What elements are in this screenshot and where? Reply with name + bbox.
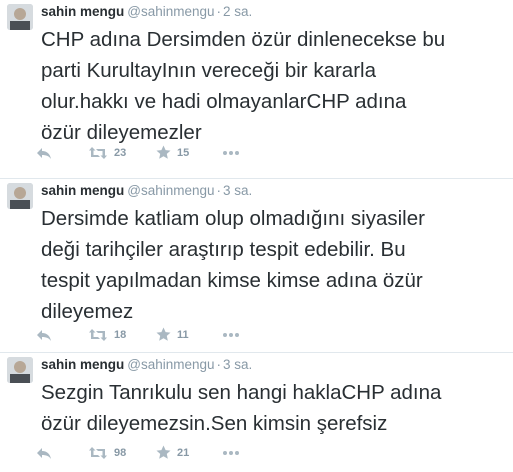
- tweet-header: sahin mengu @sahinmengu · 3 sa.: [41, 183, 252, 198]
- author-name[interactable]: sahin mengu: [41, 183, 124, 198]
- separator: ·: [216, 183, 222, 198]
- author-handle[interactable]: @sahinmengu: [127, 183, 214, 198]
- reply-icon: [37, 147, 51, 159]
- avatar[interactable]: [7, 357, 33, 383]
- tweet[interactable]: sahin mengu @sahinmengu · 3 sa. Dersimde ka…: [0, 178, 513, 353]
- tweet-text: Dersimde katliam olup olmadığını siyasil…: [41, 207, 425, 323]
- tweet-text: Sezgin Tanrıkulu sen hangi haklaCHP adın…: [41, 381, 442, 435]
- tweet-header: sahin mengu @sahinmengu · 2 sa.: [41, 4, 252, 19]
- avatar[interactable]: [7, 183, 33, 209]
- retweet-button[interactable]: 23: [88, 146, 156, 160]
- more-icon: [223, 332, 239, 337]
- tweet-header: sahin mengu @sahinmengu · 3 sa.: [41, 357, 252, 372]
- separator: ·: [216, 357, 222, 372]
- tweet[interactable]: sahin mengu @sahinmengu · 2 sa. CHP adına D…: [0, 0, 513, 178]
- reply-button[interactable]: [36, 446, 88, 460]
- avatar[interactable]: [7, 4, 33, 30]
- reply-button[interactable]: [36, 146, 88, 160]
- favorite-count: 11: [177, 328, 189, 341]
- favorite-icon: [156, 327, 171, 341]
- more-icon: [223, 150, 239, 155]
- retweet-count: 23: [114, 146, 127, 159]
- reply-icon: [37, 447, 51, 459]
- favorite-count: 21: [177, 446, 190, 459]
- more-button[interactable]: [222, 450, 240, 456]
- author-name[interactable]: sahin mengu: [41, 4, 124, 19]
- author-handle[interactable]: @sahinmengu: [127, 4, 214, 19]
- retweet-button[interactable]: 98: [88, 446, 156, 460]
- tweet[interactable]: sahin mengu @sahinmengu · 3 sa. Sezgin Tanr…: [0, 352, 513, 472]
- retweet-count: 18: [114, 328, 127, 341]
- more-icon: [223, 450, 239, 455]
- separator: ·: [216, 4, 222, 19]
- retweet-icon: [89, 446, 107, 459]
- timestamp[interactable]: 3 sa.: [223, 183, 252, 198]
- favorite-icon: [156, 145, 171, 159]
- tweet-actions: 23 15: [36, 145, 240, 160]
- reply-icon: [37, 329, 51, 341]
- retweet-icon: [89, 146, 107, 159]
- retweet-button[interactable]: 18: [88, 328, 156, 342]
- tweet-actions: 98 21: [36, 445, 240, 460]
- favorite-button[interactable]: 15: [156, 145, 222, 160]
- retweet-icon: [89, 328, 107, 341]
- favorite-button[interactable]: 21: [156, 445, 222, 460]
- author-name[interactable]: sahin mengu: [41, 357, 124, 372]
- reply-button[interactable]: [36, 328, 88, 342]
- more-button[interactable]: [222, 150, 240, 156]
- favorite-button[interactable]: 11: [156, 327, 222, 342]
- tweet-text: CHP adına Dersimden özür dinlenecekse bu…: [41, 28, 446, 144]
- timestamp[interactable]: 2 sa.: [223, 4, 252, 19]
- retweet-count: 98: [114, 446, 127, 459]
- tweet-actions: 18 11: [36, 327, 240, 342]
- timestamp[interactable]: 3 sa.: [223, 357, 252, 372]
- favorite-count: 15: [177, 146, 190, 159]
- author-handle[interactable]: @sahinmengu: [127, 357, 214, 372]
- more-button[interactable]: [222, 332, 240, 338]
- favorite-icon: [156, 445, 171, 459]
